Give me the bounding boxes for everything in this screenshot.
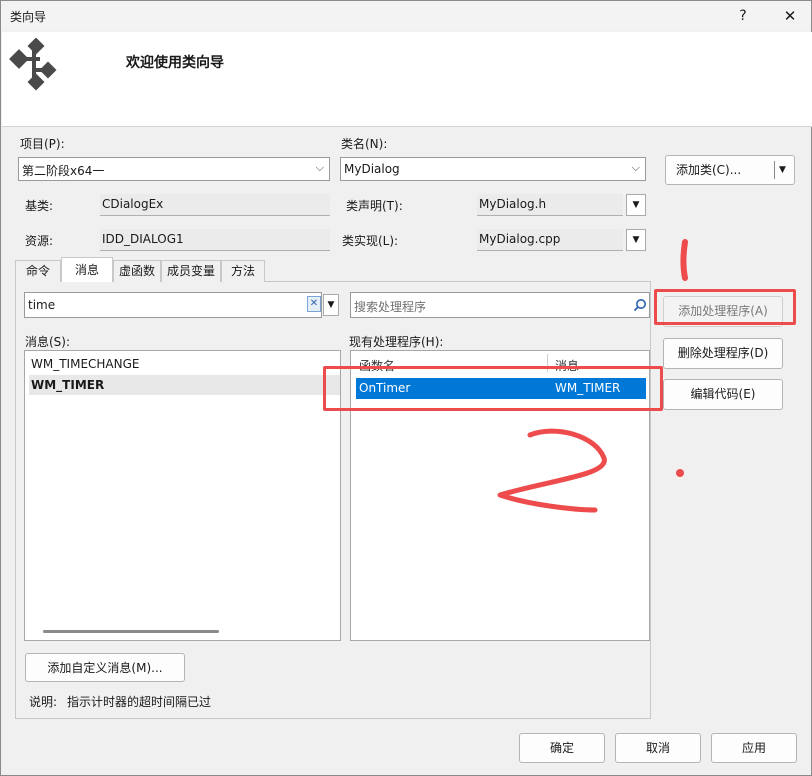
description-label: 说明: bbox=[29, 695, 58, 709]
tab-messages[interactable]: 消息 bbox=[61, 257, 113, 283]
resource-label: 资源: bbox=[25, 234, 54, 248]
messages-label: 消息(S): bbox=[25, 335, 71, 349]
ok-button[interactable]: 确定 bbox=[519, 733, 605, 763]
clear-search-icon[interactable]: ✕ bbox=[307, 296, 321, 312]
decl-field: MyDialog.h bbox=[477, 194, 623, 216]
list-item[interactable]: WM_TIMECHANGE bbox=[31, 357, 140, 371]
annotation-marks bbox=[497, 239, 688, 513]
classname-combo[interactable]: MyDialog ⌵ bbox=[340, 157, 646, 181]
message-search-value: time bbox=[28, 298, 56, 312]
apply-button[interactable]: 应用 bbox=[711, 733, 797, 763]
caret-down-icon[interactable]: ▼ bbox=[779, 156, 786, 184]
project-value: 第二阶段x64一 bbox=[22, 164, 105, 178]
tab-commands[interactable]: 命令 bbox=[15, 260, 61, 282]
add-class-label: 添加类(C)... bbox=[676, 163, 742, 177]
tab-virtual-functions[interactable]: 虚函数 bbox=[113, 260, 161, 282]
annotation-dot bbox=[676, 469, 684, 477]
decl-value: MyDialog.h bbox=[479, 197, 547, 211]
close-button[interactable]: ✕ bbox=[773, 3, 807, 29]
description-text: 指示计时器的超时间隔已过 bbox=[67, 695, 212, 709]
annotation-number-1 bbox=[680, 239, 688, 281]
messages-list[interactable]: WM_TIMECHANGE WM_TIMER bbox=[24, 350, 341, 641]
base-field: CDialogEx bbox=[100, 194, 330, 216]
resource-value: IDD_DIALOG1 bbox=[102, 232, 184, 246]
classname-label: 类名(N): bbox=[341, 137, 388, 151]
resource-field: IDD_DIALOG1 bbox=[100, 229, 330, 251]
window-title: 类向导 bbox=[10, 10, 47, 24]
chevron-down-icon: ⌵ bbox=[315, 161, 324, 174]
base-value: CDialogEx bbox=[102, 197, 164, 211]
wizard-header: 欢迎使用类向导 bbox=[2, 32, 812, 127]
help-button[interactable]: ? bbox=[729, 3, 757, 29]
base-label: 基类: bbox=[25, 199, 54, 213]
project-combo[interactable]: 第二阶段x64一 ⌵ bbox=[18, 157, 330, 181]
classname-value: MyDialog bbox=[344, 162, 400, 176]
chevron-down-icon: ⌵ bbox=[631, 161, 640, 174]
add-custom-message-button[interactable]: 添加自定义消息(M)... bbox=[25, 653, 185, 682]
decl-label: 类声明(T): bbox=[346, 199, 403, 213]
tab-member-variables[interactable]: 成员变量 bbox=[161, 260, 221, 282]
handler-search-placeholder: 搜索处理程序 bbox=[354, 300, 427, 314]
impl-label: 类实现(L): bbox=[342, 234, 399, 248]
list-item[interactable]: WM_TIMER bbox=[31, 378, 104, 392]
handlers-label: 现有处理程序(H): bbox=[349, 335, 444, 349]
decl-dropdown-button[interactable]: ▼ bbox=[626, 194, 646, 216]
tab-methods[interactable]: 方法 bbox=[221, 260, 265, 282]
cancel-button[interactable]: 取消 bbox=[615, 733, 701, 763]
split-divider bbox=[774, 161, 775, 179]
annotation-number-2 bbox=[497, 428, 607, 513]
class-wizard-icon bbox=[9, 38, 57, 91]
project-label: 项目(P): bbox=[20, 137, 65, 151]
header-title: 欢迎使用类向导 bbox=[126, 55, 224, 71]
message-search-input[interactable]: time ✕ bbox=[24, 292, 322, 318]
horizontal-scrollbar[interactable] bbox=[43, 630, 219, 633]
add-class-button[interactable]: 添加类(C)... ▼ bbox=[665, 155, 795, 185]
message-filter-dropdown[interactable]: ▼ bbox=[323, 294, 339, 316]
title-bar: 类向导 ? ✕ bbox=[1, 1, 811, 31]
